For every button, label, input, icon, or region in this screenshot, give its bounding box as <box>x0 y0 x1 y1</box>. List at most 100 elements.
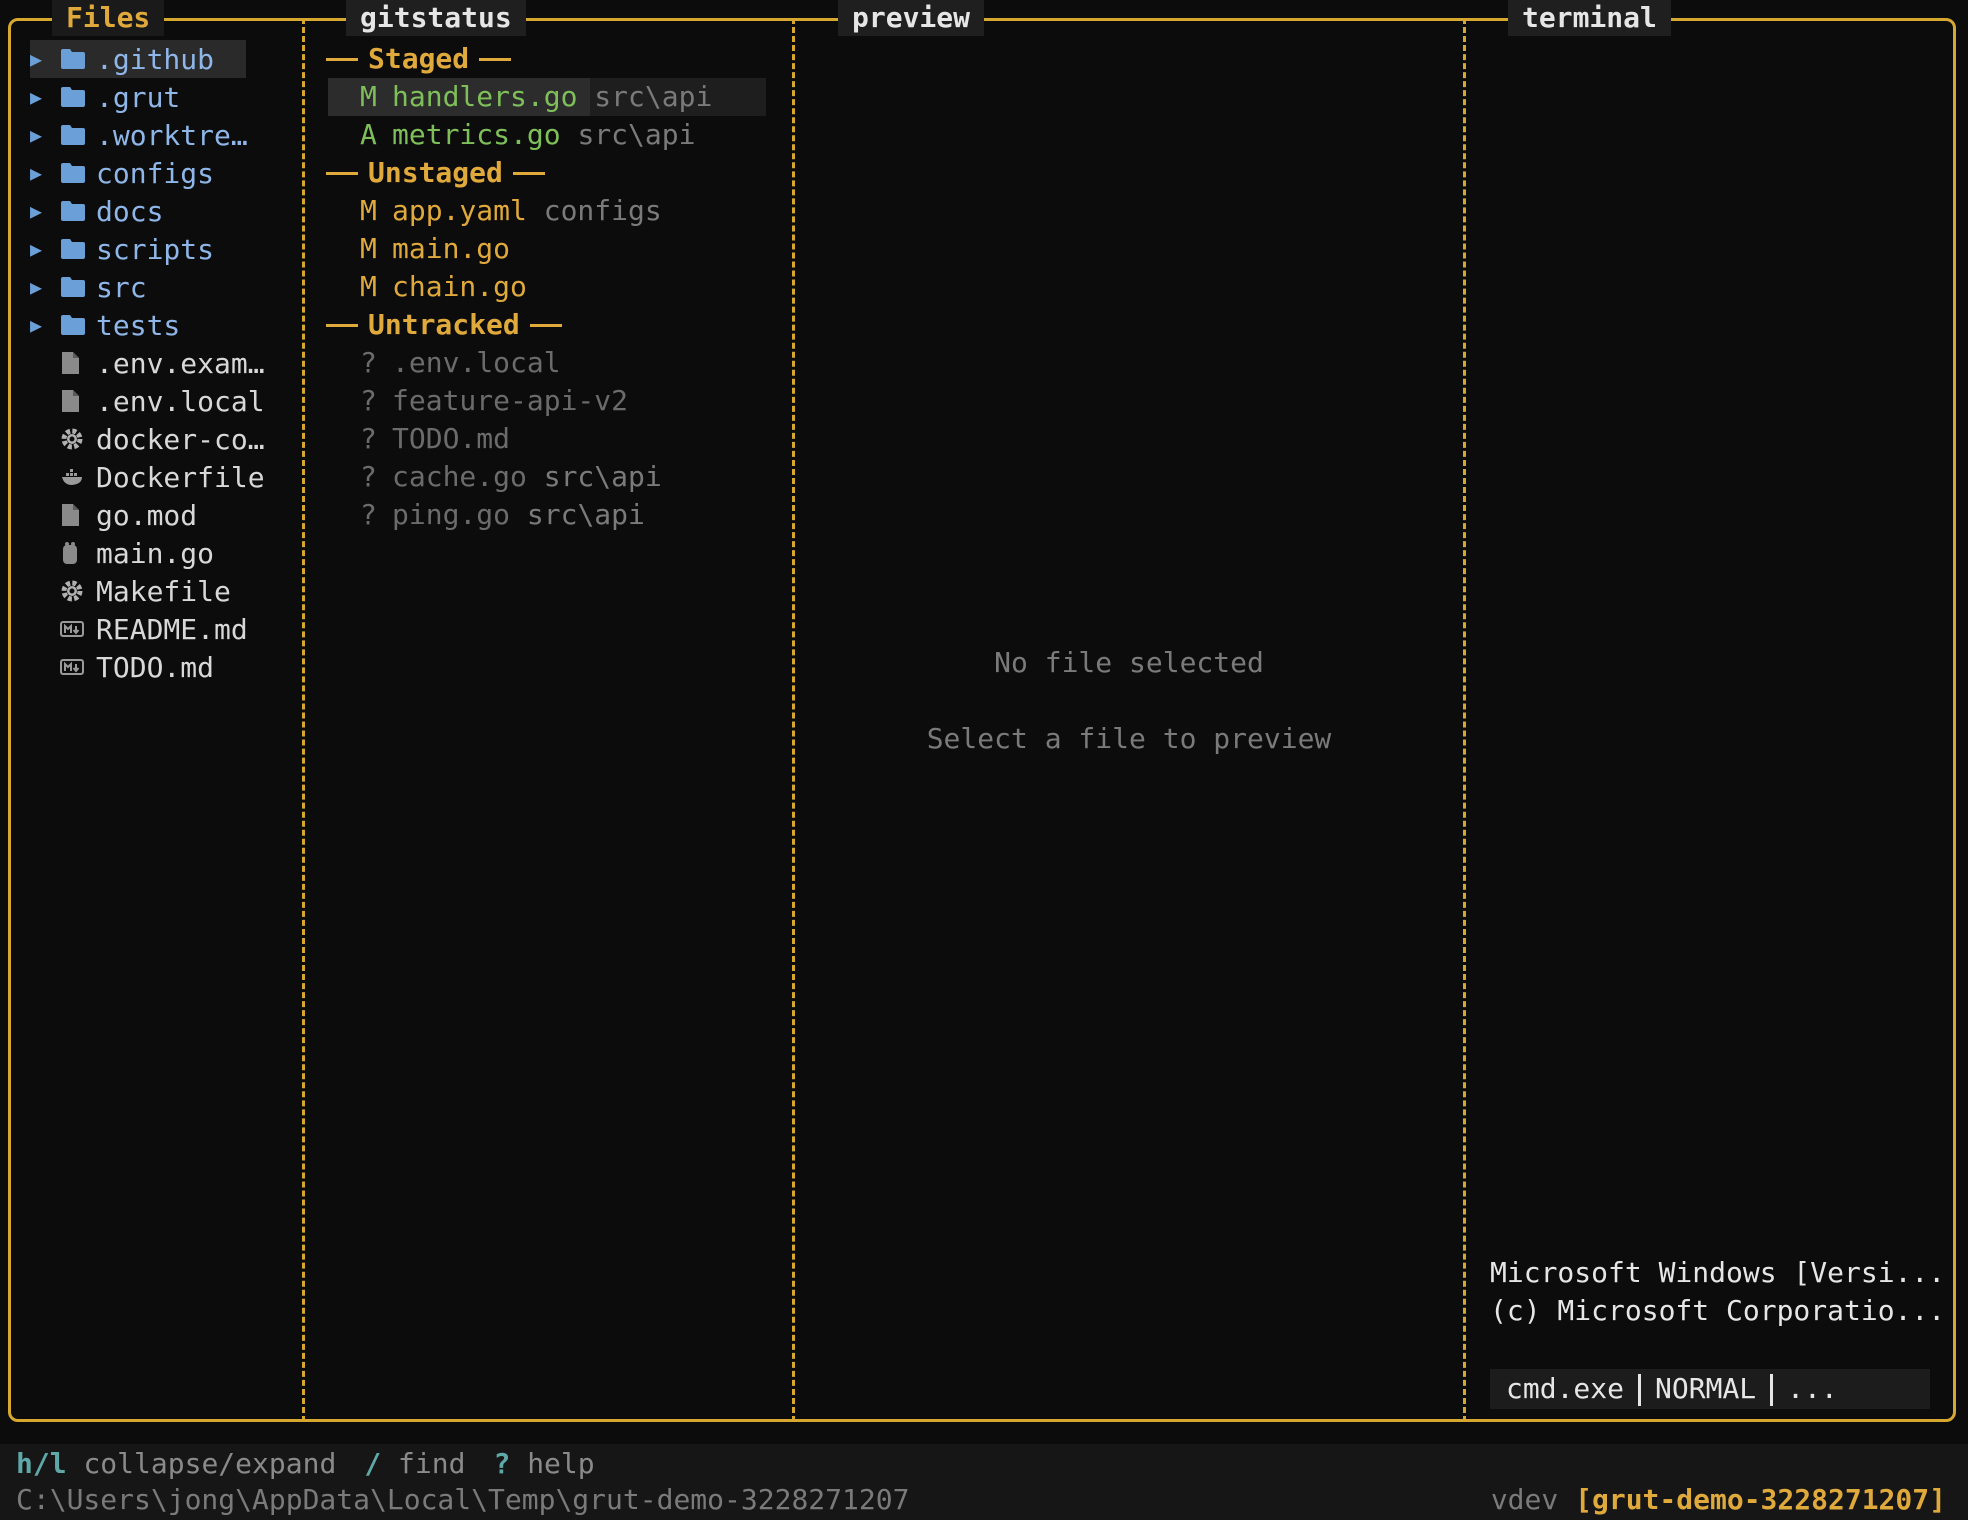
file-tree-file[interactable]: .env.local <box>30 382 300 420</box>
git-staged-item[interactable]: Mhandlers.go src\api <box>322 78 782 116</box>
git-untracked-item[interactable]: ? TODO.md <box>322 420 782 458</box>
terminal-shell-name: cmd.exe <box>1506 1372 1625 1405</box>
folder-icon <box>60 124 96 146</box>
file-tree-file[interactable]: main.go <box>30 534 300 572</box>
file-tree-file[interactable]: .env.exam… <box>30 344 300 382</box>
keybinding-hints: h/l collapse/expand / find? help <box>16 1446 623 1482</box>
git-untracked-item[interactable]: ? feature-api-v2 <box>322 382 782 420</box>
pane-divider[interactable] <box>1463 18 1466 1422</box>
file-name: .env.local <box>96 384 265 418</box>
file-tree: ▶ .github ▶ .grut ▶ .worktre… ▶ configs ▶ docs ▶ sc… <box>30 40 300 686</box>
git-file-name: main.go <box>392 232 511 265</box>
file-tree-file[interactable]: Makefile <box>30 572 300 610</box>
current-path: C:\Users\jong\AppData\Local\Temp\grut-de… <box>16 1483 910 1516</box>
expand-arrow-icon[interactable]: ▶ <box>30 199 60 223</box>
expand-arrow-icon[interactable]: ▶ <box>30 275 60 299</box>
git-file-name: metrics.go <box>392 118 561 151</box>
git-staged-item[interactable]: Ametrics.go src\api <box>322 116 782 154</box>
file-tree-file[interactable]: README.md <box>30 610 300 648</box>
git-file-path: configs <box>543 194 662 227</box>
file-tree-file[interactable]: docker-co… <box>30 420 300 458</box>
gear-icon <box>60 579 96 603</box>
unstaged-section-header: Unstaged <box>322 154 782 192</box>
folder-icon <box>60 314 96 336</box>
git-untracked-item[interactable]: ? ping.go src\api <box>322 496 782 534</box>
git-file-path: src\api <box>526 498 645 531</box>
git-untracked-item[interactable]: ? .env.local <box>322 344 782 382</box>
file-tree-folder[interactable]: ▶ src <box>30 268 300 306</box>
file-name: scripts <box>96 232 215 266</box>
git-status-letter: ? <box>360 498 377 531</box>
tab-gitstatus[interactable]: gitstatus <box>346 0 526 36</box>
markdown-icon <box>60 620 96 638</box>
file-tree-folder[interactable]: ▶ tests <box>30 306 300 344</box>
file-name: main.go <box>96 536 215 570</box>
file-name: README.md <box>96 612 248 646</box>
gear-icon <box>60 427 96 451</box>
git-status-letter: M <box>360 80 377 113</box>
file-tree-folder[interactable]: ▶ scripts <box>30 230 300 268</box>
folder-icon <box>60 200 96 222</box>
git-unstaged-item[interactable]: Mapp.yaml configs <box>322 192 782 230</box>
terminal-output[interactable]: Microsoft Windows [Versi... (c) Microsof… <box>1490 1254 1945 1330</box>
file-name: .env.exam… <box>96 346 265 380</box>
git-status-letter: ? <box>360 346 377 379</box>
file-tree-file[interactable]: Dockerfile <box>30 458 300 496</box>
terminal-more: ... <box>1787 1372 1838 1405</box>
expand-arrow-icon[interactable]: ▶ <box>30 85 60 109</box>
file-tree-folder[interactable]: ▶ configs <box>30 154 300 192</box>
file-tree-folder[interactable]: ▶ .worktre… <box>30 116 300 154</box>
file-name: Makefile <box>96 574 231 608</box>
version-label: vdev <box>1490 1483 1559 1516</box>
git-file-path: src\api <box>577 118 696 151</box>
go-file-icon <box>60 541 96 565</box>
hint-description: collapse/expand <box>83 1447 337 1480</box>
git-status-letter: A <box>360 118 377 151</box>
file-tree-folder[interactable]: ▶ docs <box>30 192 300 230</box>
pane-divider[interactable] <box>302 18 305 1422</box>
git-unstaged-item[interactable]: Mmain.go <box>322 230 782 268</box>
tab-files[interactable]: Files <box>52 0 165 36</box>
file-tree-folder[interactable]: ▶ .grut <box>30 78 300 116</box>
git-status-letter: M <box>360 194 377 227</box>
file-name: configs <box>96 156 215 190</box>
file-tree-file[interactable]: TODO.md <box>30 648 300 686</box>
file-name: docker-co… <box>96 422 265 456</box>
hint-key: h/l <box>16 1447 67 1480</box>
git-status-letter: M <box>360 270 377 303</box>
expand-arrow-icon[interactable]: ▶ <box>30 161 60 185</box>
expand-arrow-icon[interactable]: ▶ <box>30 123 60 147</box>
file-name: .worktre… <box>96 118 248 152</box>
file-tree-file[interactable]: go.mod <box>30 496 300 534</box>
file-tree-folder[interactable]: ▶ .github <box>30 40 300 78</box>
expand-arrow-icon[interactable]: ▶ <box>30 313 60 337</box>
branch-label: [grut-demo-3228271207] <box>1575 1483 1946 1516</box>
folder-icon <box>60 48 96 70</box>
git-file-name: .env.local <box>392 346 561 379</box>
folder-icon <box>60 86 96 108</box>
git-unstaged-item[interactable]: Mchain.go <box>322 268 782 306</box>
pane-divider[interactable] <box>792 18 795 1422</box>
untracked-section-header: Untracked <box>322 306 782 344</box>
folder-icon <box>60 238 96 260</box>
file-icon <box>60 389 96 413</box>
hint-key: / <box>364 1447 382 1480</box>
git-status-letter: ? <box>360 422 377 455</box>
hint-description: help <box>527 1447 595 1480</box>
expand-arrow-icon[interactable]: ▶ <box>30 47 60 71</box>
expand-arrow-icon[interactable]: ▶ <box>30 237 60 261</box>
git-file-name: app.yaml <box>392 194 527 227</box>
git-file-name: feature-api-v2 <box>392 384 629 417</box>
git-file-name: cache.go <box>392 460 527 493</box>
git-status-letter: M <box>360 232 377 265</box>
tab-terminal[interactable]: terminal <box>1508 0 1671 36</box>
file-name: TODO.md <box>96 650 215 684</box>
tab-preview[interactable]: preview <box>838 0 985 36</box>
git-untracked-item[interactable]: ? cache.go src\api <box>322 458 782 496</box>
file-icon <box>60 503 96 527</box>
file-name: .grut <box>96 80 181 114</box>
git-status-letter: ? <box>360 384 377 417</box>
terminal-line: Microsoft Windows [Versi... <box>1490 1256 1946 1289</box>
terminal-mode: NORMAL <box>1655 1372 1757 1405</box>
file-name: .github <box>96 42 215 76</box>
